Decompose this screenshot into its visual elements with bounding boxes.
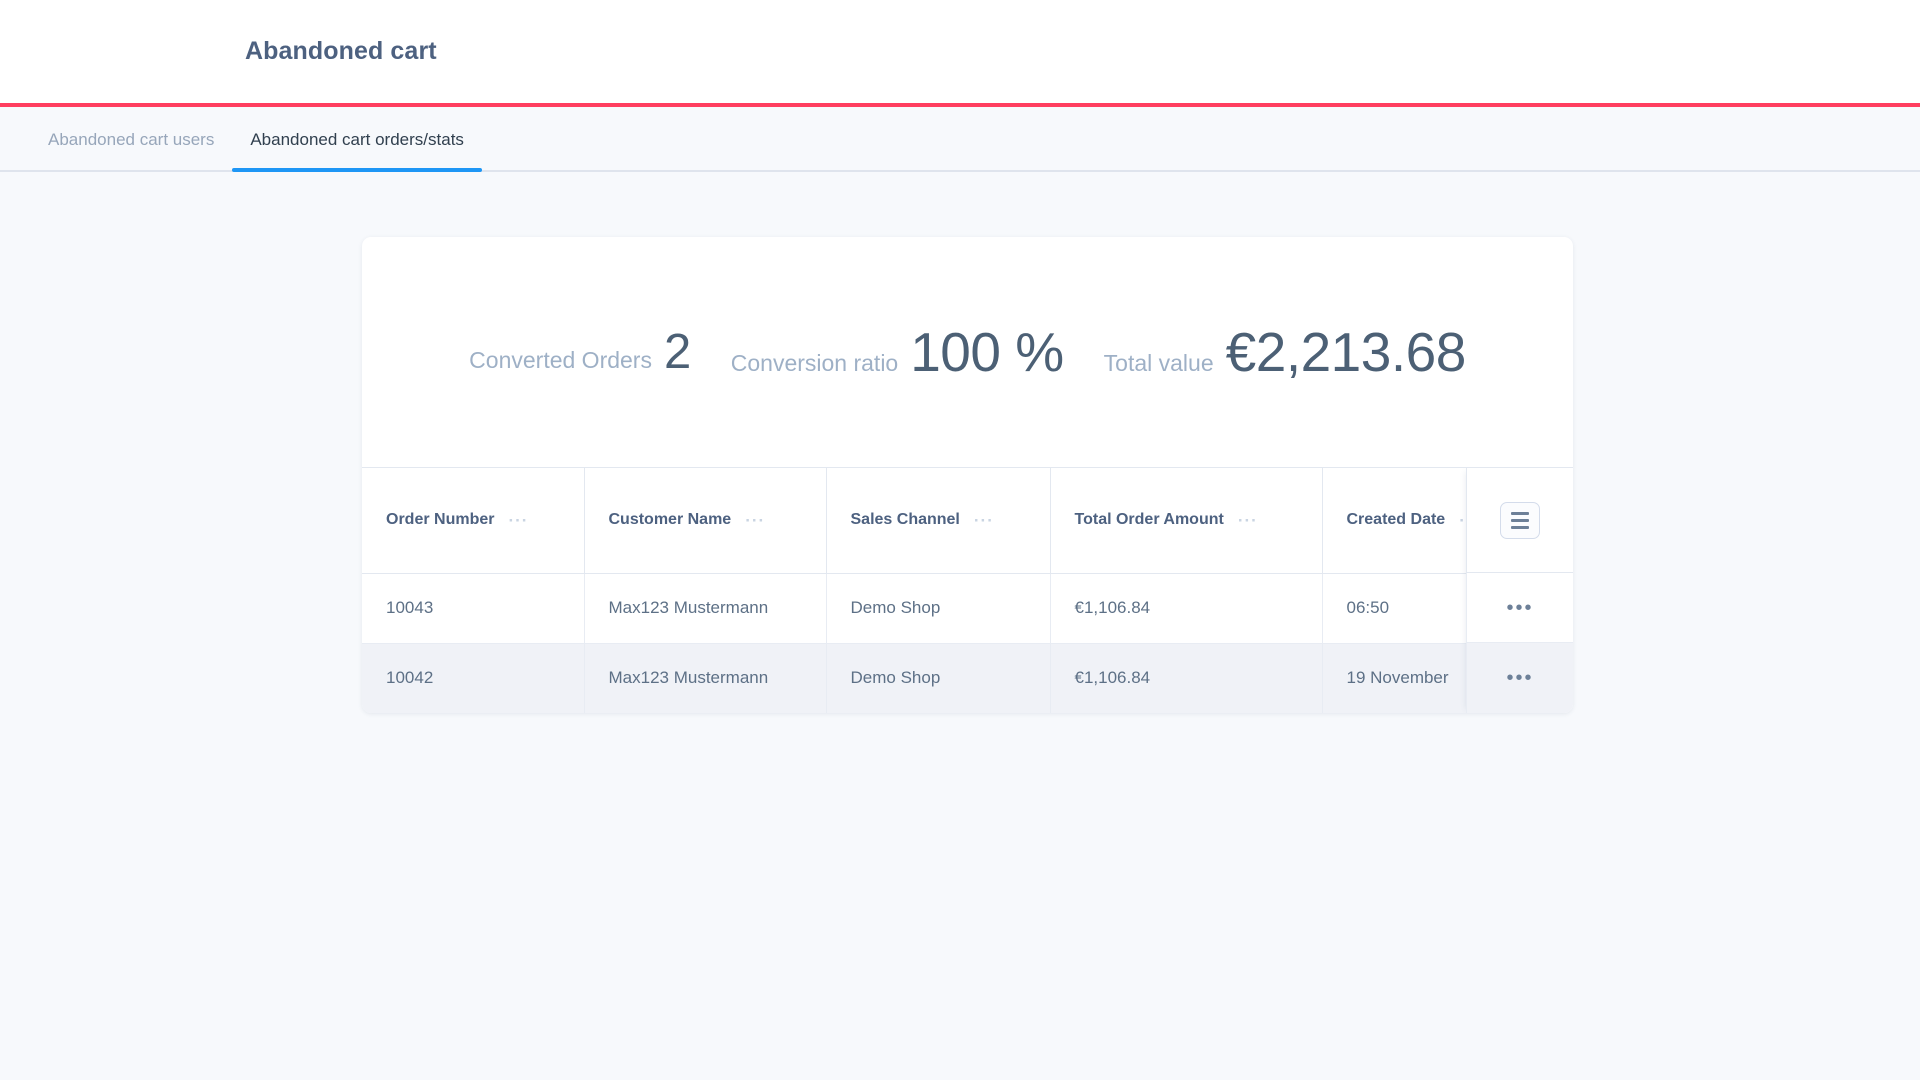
stat-value: 2 [663, 325, 691, 379]
hamburger-bar [1511, 511, 1529, 515]
column-options-icon[interactable]: ··· [745, 512, 765, 529]
stat-value: 100 % [910, 321, 1064, 383]
hamburger-bar [1511, 518, 1529, 522]
pinned-actions-column: ••• ••• [1466, 468, 1573, 713]
stat-value: €2,213.68 [1225, 321, 1467, 383]
cell-total-order-amount: €1,106.84 [1050, 573, 1323, 644]
table-row[interactable]: 10042 Max123 Mustermann Demo Shop €1,106… [362, 643, 1573, 713]
grid-options-header [1466, 468, 1573, 573]
column-header-label: Order Number [386, 511, 495, 529]
column-header-sales-channel[interactable]: Sales Channel ··· [826, 468, 1051, 574]
stat-converted-orders: Converted Orders 2 [469, 324, 691, 380]
column-header-customer-name[interactable]: Customer Name ··· [584, 468, 827, 574]
stat-label: Conversion ratio [730, 350, 899, 376]
column-header-total-order-amount[interactable]: Total Order Amount ··· [1050, 468, 1323, 574]
cell-customer-name: Max123 Mustermann [584, 643, 827, 713]
abandoned-cart-stats-card: Converted Orders 2 Conversion ratio 100 … [362, 237, 1573, 713]
tab-label: Abandoned cart users [48, 129, 215, 149]
row-options-icon[interactable]: ••• [1506, 598, 1533, 618]
cell-total-order-amount: €1,106.84 [1050, 643, 1323, 713]
column-options-icon[interactable]: ··· [974, 512, 994, 529]
cell-order-number: 10042 [362, 643, 585, 713]
stat-total-value: Total value €2,213.68 [1103, 320, 1467, 384]
stat-label: Converted Orders [469, 347, 652, 373]
hamburger-icon[interactable] [1500, 501, 1540, 539]
hamburger-bar [1511, 525, 1529, 529]
row-options-icon[interactable]: ••• [1506, 668, 1533, 688]
row-actions-cell: ••• [1466, 573, 1573, 643]
cell-order-number: 10043 [362, 573, 585, 644]
table-header-row: Order Number ··· Customer Name ··· Sales… [362, 468, 1573, 574]
tab-label: Abandoned cart orders/stats [250, 129, 464, 149]
column-header-label: Total Order Amount [1074, 511, 1224, 529]
cell-sales-channel: Demo Shop [826, 643, 1051, 713]
tab-bar: Abandoned cart users Abandoned cart orde… [0, 107, 1920, 172]
stats-summary: Converted Orders 2 Conversion ratio 100 … [362, 237, 1573, 468]
column-header-label: Created Date [1346, 511, 1446, 529]
column-header-order-number[interactable]: Order Number ··· [362, 468, 585, 574]
stat-label: Total value [1103, 350, 1214, 376]
orders-table-wrap: Order Number ··· Customer Name ··· Sales… [362, 468, 1573, 713]
page-title: Abandoned cart [245, 37, 437, 65]
table-row[interactable]: 10043 Max123 Mustermann Demo Shop €1,106… [362, 573, 1573, 644]
column-options-icon[interactable]: ··· [508, 512, 528, 529]
page-header: Abandoned cart [0, 0, 1920, 103]
cell-sales-channel: Demo Shop [826, 573, 1051, 644]
tab-abandoned-cart-users[interactable]: Abandoned cart users [30, 107, 232, 172]
orders-table: Order Number ··· Customer Name ··· Sales… [362, 468, 1573, 713]
column-header-label: Sales Channel [850, 511, 960, 529]
tab-abandoned-cart-orders-stats[interactable]: Abandoned cart orders/stats [232, 107, 482, 172]
content-area: Converted Orders 2 Conversion ratio 100 … [0, 172, 1920, 1080]
column-options-icon[interactable]: ··· [1238, 512, 1258, 529]
column-header-label: Customer Name [608, 511, 732, 529]
stat-conversion-ratio: Conversion ratio 100 % [731, 320, 1064, 384]
row-actions-cell: ••• [1466, 643, 1573, 713]
cell-customer-name: Max123 Mustermann [584, 573, 827, 644]
